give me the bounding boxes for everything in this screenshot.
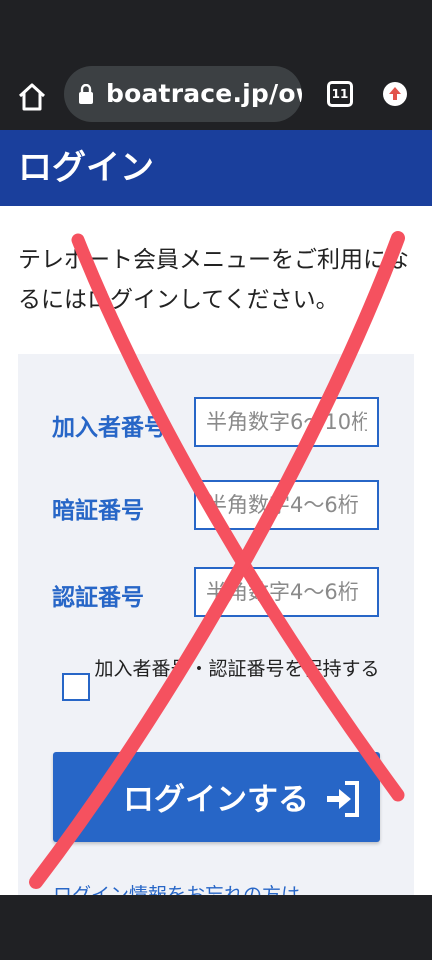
remember-label[interactable]: 加入者番号・認証番号を保持する <box>92 654 382 684</box>
page-header: ログイン <box>0 130 432 206</box>
pin-input[interactable] <box>194 480 379 530</box>
home-icon <box>18 83 46 111</box>
browser-menu-button[interactable] <box>382 81 408 107</box>
remember-checkbox[interactable] <box>62 673 90 701</box>
tab-switcher-button[interactable]: 11 <box>327 81 353 107</box>
address-bar[interactable]: boatrace.jp/ow <box>64 66 302 122</box>
page-title: ログイン <box>18 148 154 188</box>
login-button-label: ログインする <box>123 782 309 818</box>
pin-label: 暗証番号 <box>52 498 144 524</box>
home-button[interactable] <box>14 79 50 115</box>
upgrade-icon <box>383 82 407 106</box>
pin-row: 暗証番号 <box>18 480 414 534</box>
intro-text: テレボート会員メニューをご利用になるにはログインしてください。 <box>18 247 409 313</box>
login-button[interactable]: ログインする <box>53 752 380 842</box>
member-number-label: 加入者番号 <box>52 415 167 441</box>
member-number-input[interactable] <box>194 397 379 447</box>
lock-icon <box>79 84 93 104</box>
auth-number-input[interactable] <box>194 567 379 617</box>
login-form: 加入者番号 暗証番号 認証番号 加入者番号・認証番号を保持する ログインする ロ… <box>18 354 414 914</box>
system-nav-bar <box>0 895 432 960</box>
login-icon <box>327 781 359 817</box>
browser-toolbar: boatrace.jp/ow 11 <box>0 62 432 130</box>
auth-number-label: 認証番号 <box>52 585 144 611</box>
url-text: boatrace.jp/ow <box>106 79 302 108</box>
status-bar <box>0 0 432 62</box>
member-number-row: 加入者番号 <box>18 397 414 451</box>
tab-count: 11 <box>327 81 353 107</box>
auth-number-row: 認証番号 <box>18 567 414 621</box>
